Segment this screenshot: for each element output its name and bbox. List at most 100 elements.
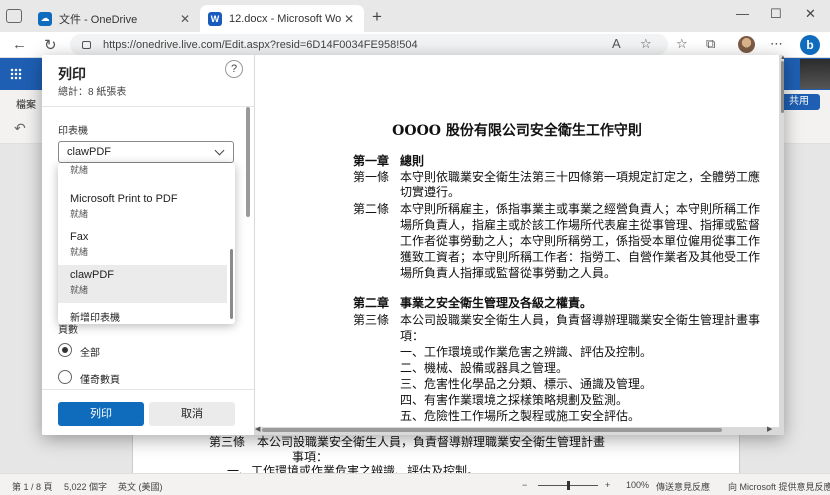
share-button[interactable]: 共用	[778, 94, 820, 110]
scroll-right-icon[interactable]: ▶	[767, 425, 772, 433]
article-line: 場所負責人指揮或監督從事勞動之人員。	[400, 266, 617, 280]
printer-label: 印表機	[58, 126, 88, 137]
preview-vertical-scrollbar[interactable]	[781, 61, 784, 113]
printer-status: 就緒	[70, 247, 89, 257]
user-avatar[interactable]	[800, 59, 830, 89]
read-aloud-icon[interactable]: A	[612, 36, 621, 51]
print-settings-pane: 列印 總計：8 紙張表 ? 印表機 clawPDF 就緒 Microsoft P…	[42, 55, 254, 435]
dialog-title: 列印	[58, 66, 86, 82]
browser-tab-bar: ☁ 文件 - OneDrive ✕ W 12.docx - Microsoft …	[0, 0, 830, 32]
undo-icon[interactable]: ↶	[14, 120, 26, 137]
more-icon[interactable]: ⋯	[770, 36, 783, 52]
url-text: https://onedrive.live.com/Edit.aspx?resi…	[103, 38, 418, 51]
printer-dropdown-list: 就緒 Microsoft Print to PDF 就緒 Fax 就緒 claw…	[58, 163, 235, 324]
article-line: 場所負責人，指雇主或於該工作場所代表雇主從事管理、指揮或監督	[400, 218, 761, 232]
favorites-icon[interactable]: ☆	[676, 36, 688, 52]
article-line: 項：	[400, 329, 425, 343]
chapter-number: 第二章	[353, 296, 390, 310]
printer-status: 就緒	[70, 209, 89, 219]
radio-all-pages[interactable]	[58, 343, 72, 357]
radio-odd-pages-label[interactable]: 僅奇數頁	[80, 371, 120, 386]
printer-name: Fax	[70, 231, 89, 243]
refresh-icon[interactable]: ↻	[44, 36, 57, 54]
divider	[42, 389, 254, 390]
feedback-mode[interactable]: 傳送意見反應	[656, 480, 710, 493]
profile-avatar[interactable]	[738, 36, 755, 53]
tab-title: 文件 - OneDrive	[59, 13, 138, 26]
close-icon[interactable]: ✕	[342, 12, 356, 26]
zoom-out-icon[interactable]: −	[522, 480, 527, 490]
print-dialog: 列印 總計：8 紙張表 ? 印表機 clawPDF 就緒 Microsoft P…	[42, 55, 784, 435]
divider	[42, 106, 254, 107]
give-feedback[interactable]: 向 Microsoft 提供意見反應	[728, 480, 830, 493]
zoom-level: 100%	[626, 480, 650, 490]
article-line: 三、危害性化學品之分類、標示、通識及管理。	[400, 377, 653, 391]
add-printer-option[interactable]: 新增印表機	[58, 305, 227, 324]
tab-onedrive[interactable]: ☁ 文件 - OneDrive ✕	[30, 5, 200, 32]
article-line: 本守則所稱雇主，係指事業主或事業之經營負責人；本守則所稱工作	[400, 202, 761, 216]
lock-icon	[82, 40, 91, 49]
word-count: 5,022 個字	[64, 482, 108, 492]
favorite-add-icon[interactable]: ☆	[640, 36, 652, 52]
article-number: 第二條	[353, 202, 390, 216]
zoom-slider-thumb[interactable]	[567, 481, 570, 490]
article-number: 第三條	[353, 313, 390, 327]
radio-all-pages-label[interactable]: 全部	[80, 344, 100, 359]
zoom-in-icon[interactable]: +	[605, 480, 610, 490]
settings-scrollbar[interactable]	[246, 107, 250, 217]
onedrive-icon: ☁	[38, 11, 52, 26]
dropdown-scrollbar[interactable]	[230, 249, 233, 319]
printer-option-clawpdf[interactable]: clawPDF 就緒	[58, 265, 227, 303]
radio-odd-pages[interactable]	[58, 370, 72, 384]
chevron-down-icon	[214, 145, 225, 156]
article-line: 五、危險性工作場所之製程或施工安全評估。	[400, 409, 641, 423]
doc-title: OOOO 股份有限公司安全衛生工作守則	[392, 123, 642, 139]
app-launcher-icon[interactable]	[10, 68, 22, 80]
new-tab-button[interactable]: +	[372, 7, 382, 27]
close-icon[interactable]: ✕	[178, 12, 192, 26]
selected-printer: clawPDF	[67, 146, 112, 158]
printer-status: 就緒	[70, 285, 89, 295]
minimize-button[interactable]: —	[736, 6, 749, 21]
url-input[interactable]: https://onedrive.live.com/Edit.aspx?resi…	[70, 34, 668, 55]
printer-option-fax[interactable]: Fax 就緒	[58, 227, 227, 265]
printer-option-microsoft-print-to-pdf[interactable]: Microsoft Print to PDF 就緒	[58, 189, 227, 227]
preview-horizontal-scrollbar[interactable]	[262, 428, 722, 432]
scroll-left-icon[interactable]: ◀	[255, 425, 260, 433]
language[interactable]: 英文 (美國)	[118, 480, 163, 493]
print-preview: OOOO 股份有限公司安全衛生工作守則 第一章 總則 第一條 本守則依職業安全衛…	[254, 55, 784, 435]
print-button[interactable]: 列印	[58, 402, 144, 426]
collections-icon[interactable]: ⧉	[706, 36, 715, 52]
page-count: 第 1 / 8 頁	[12, 482, 53, 492]
maximize-button[interactable]: ☐	[770, 6, 782, 22]
printer-name: Microsoft Print to PDF	[70, 193, 178, 205]
article-line: 工作者從事勞動之人；本守則所稱勞工，係指受本單位僱用從事工作	[400, 234, 761, 248]
chapter-number: 第一章	[353, 154, 390, 168]
chapter-title: 總則	[400, 154, 425, 168]
article-line: 二、機械、設備或器具之管理。	[400, 361, 569, 375]
doc-line: 第三條 本公司設職業安全衛生人員，負責督導辦理職業安全衛生管理計畫	[209, 435, 606, 449]
sheet-summary: 總計：8 紙張表	[58, 87, 127, 98]
tab-title: 12.docx - Microsoft Word Online	[229, 12, 342, 25]
article-number: 第一條	[353, 170, 390, 184]
printer-name: clawPDF	[70, 269, 115, 281]
ribbon-file-tab[interactable]: 檔案	[16, 96, 36, 111]
cancel-button[interactable]: 取消	[149, 402, 235, 426]
bing-icon[interactable]: b	[800, 35, 820, 55]
help-button[interactable]: ?	[225, 60, 243, 78]
article-line: 四、有害作業環境之採樣策略規劃及監測。	[400, 393, 629, 407]
add-printer-label: 新增印表機	[70, 313, 120, 324]
chapter-title: 事業之安全衛生管理及各級之權責。	[400, 296, 593, 310]
article-line: 本公司設職業安全衛生人員，負責督導辦理職業安全衛生管理計畫事	[400, 313, 761, 327]
printer-option[interactable]: 就緒	[58, 163, 227, 179]
article-line: 一、工作環境或作業危害之辨識、評估及控制。	[400, 345, 653, 359]
status-bar: 第 1 / 8 頁 5,022 個字 英文 (美國) − + 100% 傳送意見…	[0, 473, 830, 495]
tab-word-online[interactable]: W 12.docx - Microsoft Word Online ✕	[200, 5, 364, 32]
word-icon: W	[208, 11, 222, 26]
preview-page: OOOO 股份有限公司安全衛生工作守則 第一章 總則 第一條 本守則依職業安全衛…	[255, 55, 779, 427]
close-window-button[interactable]: ✕	[805, 6, 816, 22]
printer-select[interactable]: clawPDF	[58, 141, 234, 163]
tab-actions-icon[interactable]	[6, 9, 22, 23]
back-icon[interactable]: ←	[12, 36, 27, 53]
article-line: 獲致工資者；本守則所稱工作者：指勞工、自營作業者及其他受工作	[400, 250, 761, 264]
